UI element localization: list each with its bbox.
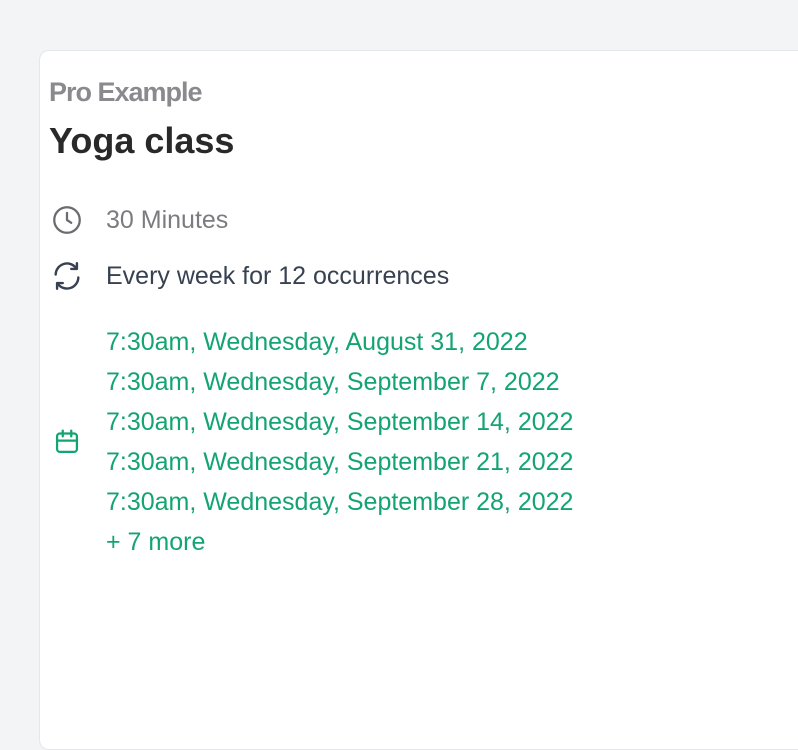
more-dates-link[interactable]: + 7 more	[106, 522, 573, 562]
recurrence-row: Every week for 12 occurrences	[50, 259, 449, 293]
date-item: 7:30am, Wednesday, September 21, 2022	[106, 448, 574, 476]
calendar-icon	[50, 425, 84, 459]
refresh-icon	[50, 259, 84, 293]
event-title: Yoga class	[49, 120, 235, 161]
recurrence-text: Every week for 12 occurrences	[106, 262, 450, 290]
event-owner: Pro Example	[49, 77, 203, 107]
clock-icon	[50, 203, 84, 237]
date-item: 7:30am, Wednesday, August 31, 2022	[106, 328, 528, 356]
date-item: 7:30am, Wednesday, September 14, 2022	[106, 408, 574, 436]
date-item: 7:30am, Wednesday, September 28, 2022	[106, 488, 574, 516]
date-item: 7:30am, Wednesday, September 7, 2022	[106, 368, 560, 396]
duration-row: 30 Minutes	[50, 203, 228, 237]
dates-list: 7:30am, Wednesday, August 31, 2022 7:30a…	[106, 322, 573, 562]
duration-text: 30 Minutes	[106, 206, 229, 234]
dates-row: 7:30am, Wednesday, August 31, 2022 7:30a…	[50, 322, 573, 562]
